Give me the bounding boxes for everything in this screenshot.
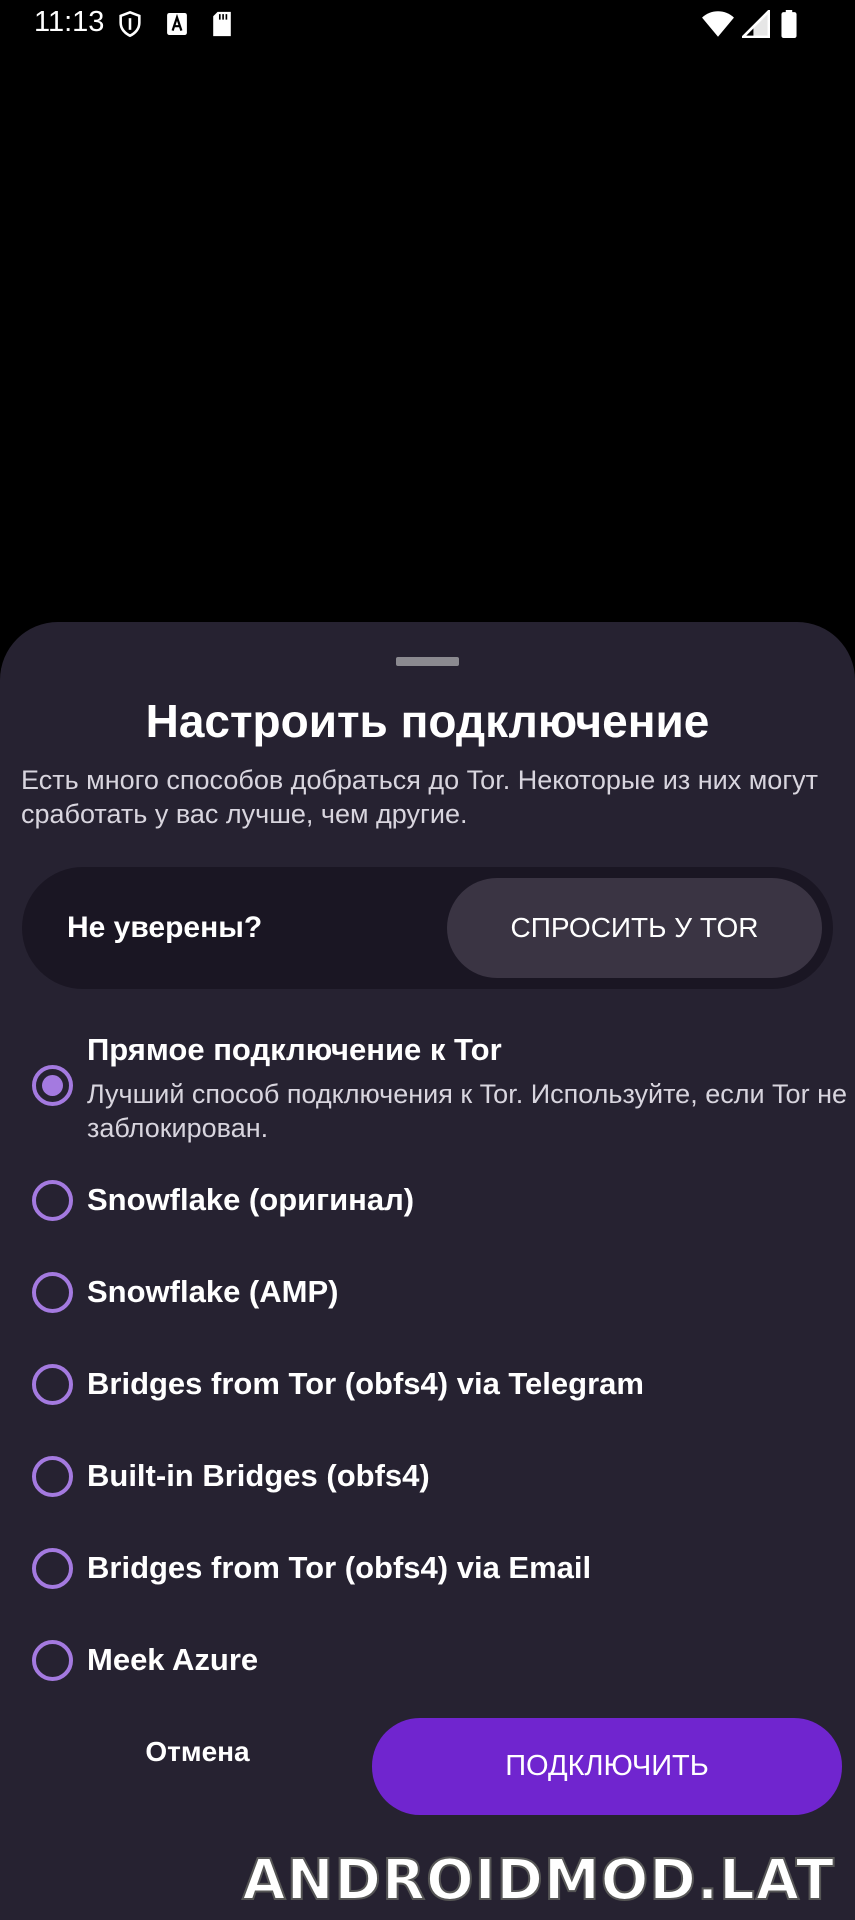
- text-a-icon: [167, 13, 187, 35]
- option-label: Snowflake (AMP): [87, 1274, 339, 1309]
- unsure-label: Не уверены?: [67, 911, 263, 944]
- sheet-title: Настроить подключение: [145, 695, 710, 747]
- sd-card-icon: [213, 11, 231, 37]
- option-label: Bridges from Tor (obfs4) via Email: [87, 1550, 592, 1585]
- unsure-panel: Не уверены? СПРОСИТЬ У TOR: [22, 867, 833, 989]
- battery-icon: [781, 10, 797, 38]
- option-label: Built-in Bridges (obfs4): [87, 1458, 430, 1493]
- drag-handle[interactable]: [396, 657, 459, 666]
- watermark-text: ANDROIDMOD.LAT: [241, 1847, 835, 1914]
- radio-button[interactable]: [32, 1548, 73, 1589]
- radio-button-selected[interactable]: [32, 1065, 73, 1106]
- option-description: Лучший способ подключения к Tor. Использ…: [87, 1079, 847, 1143]
- radio-button[interactable]: [32, 1364, 73, 1405]
- radio-button[interactable]: [32, 1640, 73, 1681]
- connection-settings-sheet: Настроить подключение Есть много способо…: [0, 622, 855, 1920]
- cancel-button[interactable]: Отмена: [90, 1717, 305, 1787]
- status-bar: 11:13: [0, 0, 855, 50]
- radio-button[interactable]: [32, 1456, 73, 1497]
- ask-tor-button[interactable]: СПРОСИТЬ У TOR: [447, 878, 822, 978]
- shield-icon: [119, 10, 141, 38]
- sheet-subtitle: Есть много способов добраться до Tor. Не…: [21, 765, 819, 829]
- radio-button[interactable]: [32, 1180, 73, 1221]
- radio-button[interactable]: [32, 1272, 73, 1313]
- status-time: 11:13: [34, 6, 105, 38]
- wifi-icon: [702, 11, 734, 37]
- option-label: Bridges from Tor (obfs4) via Telegram: [87, 1366, 644, 1401]
- option-label: Snowflake (оригинал): [87, 1182, 415, 1217]
- option-label: Meek Azure: [87, 1642, 259, 1677]
- signal-icon: [742, 10, 770, 38]
- connect-button[interactable]: ПОДКЛЮЧИТЬ: [372, 1718, 842, 1815]
- option-label: Прямое подключение к Tor: [87, 1032, 502, 1067]
